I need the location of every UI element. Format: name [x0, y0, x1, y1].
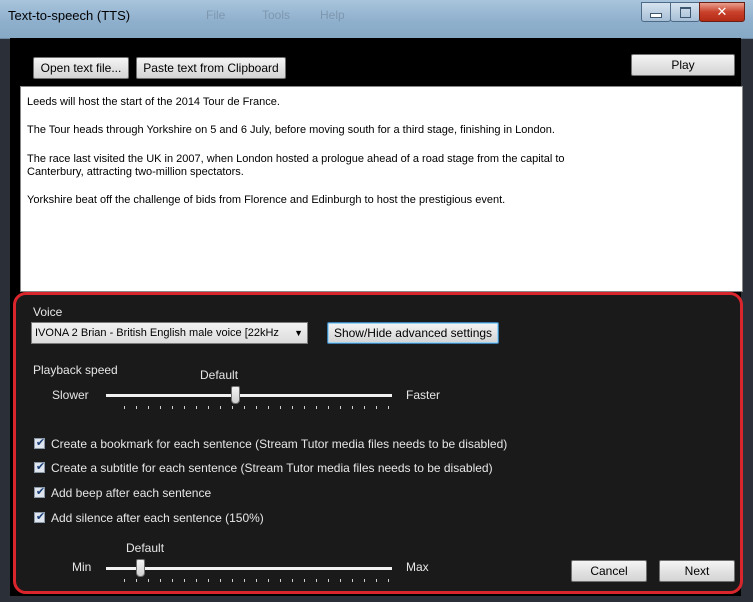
slider-tick — [220, 579, 221, 582]
slider-track — [106, 394, 392, 397]
option-label[interactable]: Add beep after each sentence — [51, 486, 211, 500]
slider-tick — [388, 406, 389, 409]
option-label[interactable]: Add silence after each sentence (150%) — [51, 511, 264, 525]
slider-tick — [256, 579, 257, 582]
slider-tick — [364, 406, 365, 409]
text-paragraph: The Tour heads through Yorkshire on 5 an… — [27, 124, 555, 136]
slider-track — [106, 567, 392, 570]
slider-thumb[interactable] — [136, 559, 145, 577]
checkmark-icon: ✔ — [35, 511, 46, 523]
slider-tick — [244, 579, 245, 582]
voice-label: Voice — [33, 305, 63, 319]
text-paragraph: Canterbury, attracting two-million spect… — [27, 166, 244, 178]
option-checkbox[interactable]: ✔ — [34, 511, 46, 523]
slider-tick — [136, 406, 137, 409]
next-button[interactable]: Next — [659, 560, 735, 582]
slider-tick — [364, 579, 365, 582]
advanced-settings-button[interactable]: Show/Hide advanced settings — [327, 322, 499, 344]
slider-tick — [232, 406, 233, 409]
window-title: Text-to-speech (TTS) — [8, 8, 131, 23]
slider-tick — [388, 579, 389, 582]
slider-tick — [268, 579, 269, 582]
ghost-menu-tools: Tools — [262, 8, 291, 22]
title-bar[interactable]: Text-to-speech (TTS) File Tools Help ✕ — [0, 0, 753, 39]
slider-tick — [304, 406, 305, 409]
slider-tick — [184, 406, 185, 409]
silence-default-label: Default — [126, 541, 165, 555]
minimize-button[interactable] — [641, 2, 671, 22]
checkmark-icon: ✔ — [35, 486, 46, 498]
slider-tick — [280, 579, 281, 582]
slider-tick — [172, 579, 173, 582]
cancel-button[interactable]: Cancel — [571, 560, 647, 582]
slider-tick — [136, 579, 137, 582]
slider-tick — [184, 579, 185, 582]
text-input-area[interactable]: Leeds will host the start of the 2014 To… — [20, 86, 743, 292]
slider-tick — [316, 406, 317, 409]
maximize-button[interactable] — [670, 2, 700, 22]
slider-tick — [280, 406, 281, 409]
slider-tick — [160, 406, 161, 409]
slider-tick — [340, 406, 341, 409]
ghost-menu-help: Help — [320, 8, 345, 22]
text-paragraph: Leeds will host the start of the 2014 To… — [27, 96, 280, 108]
slider-tick — [328, 579, 329, 582]
option-checkbox[interactable]: ✔ — [34, 461, 46, 473]
option-checkbox[interactable]: ✔ — [34, 486, 46, 498]
faster-label: Faster — [406, 388, 441, 402]
slider-tick — [292, 406, 293, 409]
slider-tick — [352, 406, 353, 409]
slider-tick — [232, 579, 233, 582]
voice-select-value: IVONA 2 Brian - British English male voi… — [35, 327, 279, 339]
slider-tick — [316, 579, 317, 582]
text-paragraph: The race last visited the UK in 2007, wh… — [27, 153, 565, 165]
min-label: Min — [72, 560, 92, 574]
checkmark-icon: ✔ — [35, 461, 46, 473]
ghost-menu-file: File — [206, 8, 226, 22]
close-icon: ✕ — [716, 4, 728, 19]
slider-thumb[interactable] — [231, 386, 240, 404]
option-checkbox[interactable]: ✔ — [34, 437, 46, 449]
slider-tick — [376, 406, 377, 409]
voice-select[interactable]: IVONA 2 Brian - British English male voi… — [31, 322, 308, 344]
maximize-icon — [680, 7, 691, 18]
slider-tick — [196, 406, 197, 409]
option-label[interactable]: Create a subtitle for each sentence (Str… — [51, 461, 493, 475]
silence-slider[interactable] — [106, 556, 392, 584]
option-label[interactable]: Create a bookmark for each sentence (Str… — [51, 437, 507, 451]
slider-tick — [208, 406, 209, 409]
slider-tick — [340, 579, 341, 582]
slider-tick — [124, 579, 125, 582]
max-label: Max — [406, 560, 429, 574]
minimize-icon — [650, 13, 662, 18]
slider-tick — [352, 579, 353, 582]
close-button[interactable]: ✕ — [699, 2, 745, 22]
slider-tick — [148, 406, 149, 409]
slider-tick — [124, 406, 125, 409]
slider-tick — [292, 579, 293, 582]
playback-speed-label: Playback speed — [33, 363, 118, 377]
slider-tick — [244, 406, 245, 409]
paste-clipboard-button[interactable]: Paste text from Clipboard — [136, 57, 286, 79]
slider-tick — [220, 406, 221, 409]
slider-tick — [328, 406, 329, 409]
slider-tick — [148, 579, 149, 582]
slider-tick — [376, 579, 377, 582]
slider-tick — [172, 406, 173, 409]
text-paragraph: Yorkshire beat off the challenge of bids… — [27, 194, 506, 206]
checkmark-icon: ✔ — [35, 437, 46, 449]
chevron-down-icon: ▼ — [294, 328, 303, 338]
slider-tick — [160, 579, 161, 582]
playback-default-label: Default — [200, 368, 239, 382]
playback-speed-slider[interactable] — [106, 383, 392, 411]
slower-label: Slower — [52, 388, 89, 402]
slider-tick — [208, 579, 209, 582]
slider-tick — [196, 579, 197, 582]
open-text-file-button[interactable]: Open text file... — [33, 57, 129, 79]
slider-tick — [268, 406, 269, 409]
slider-tick — [304, 579, 305, 582]
play-button[interactable]: Play — [631, 54, 735, 76]
slider-tick — [256, 406, 257, 409]
